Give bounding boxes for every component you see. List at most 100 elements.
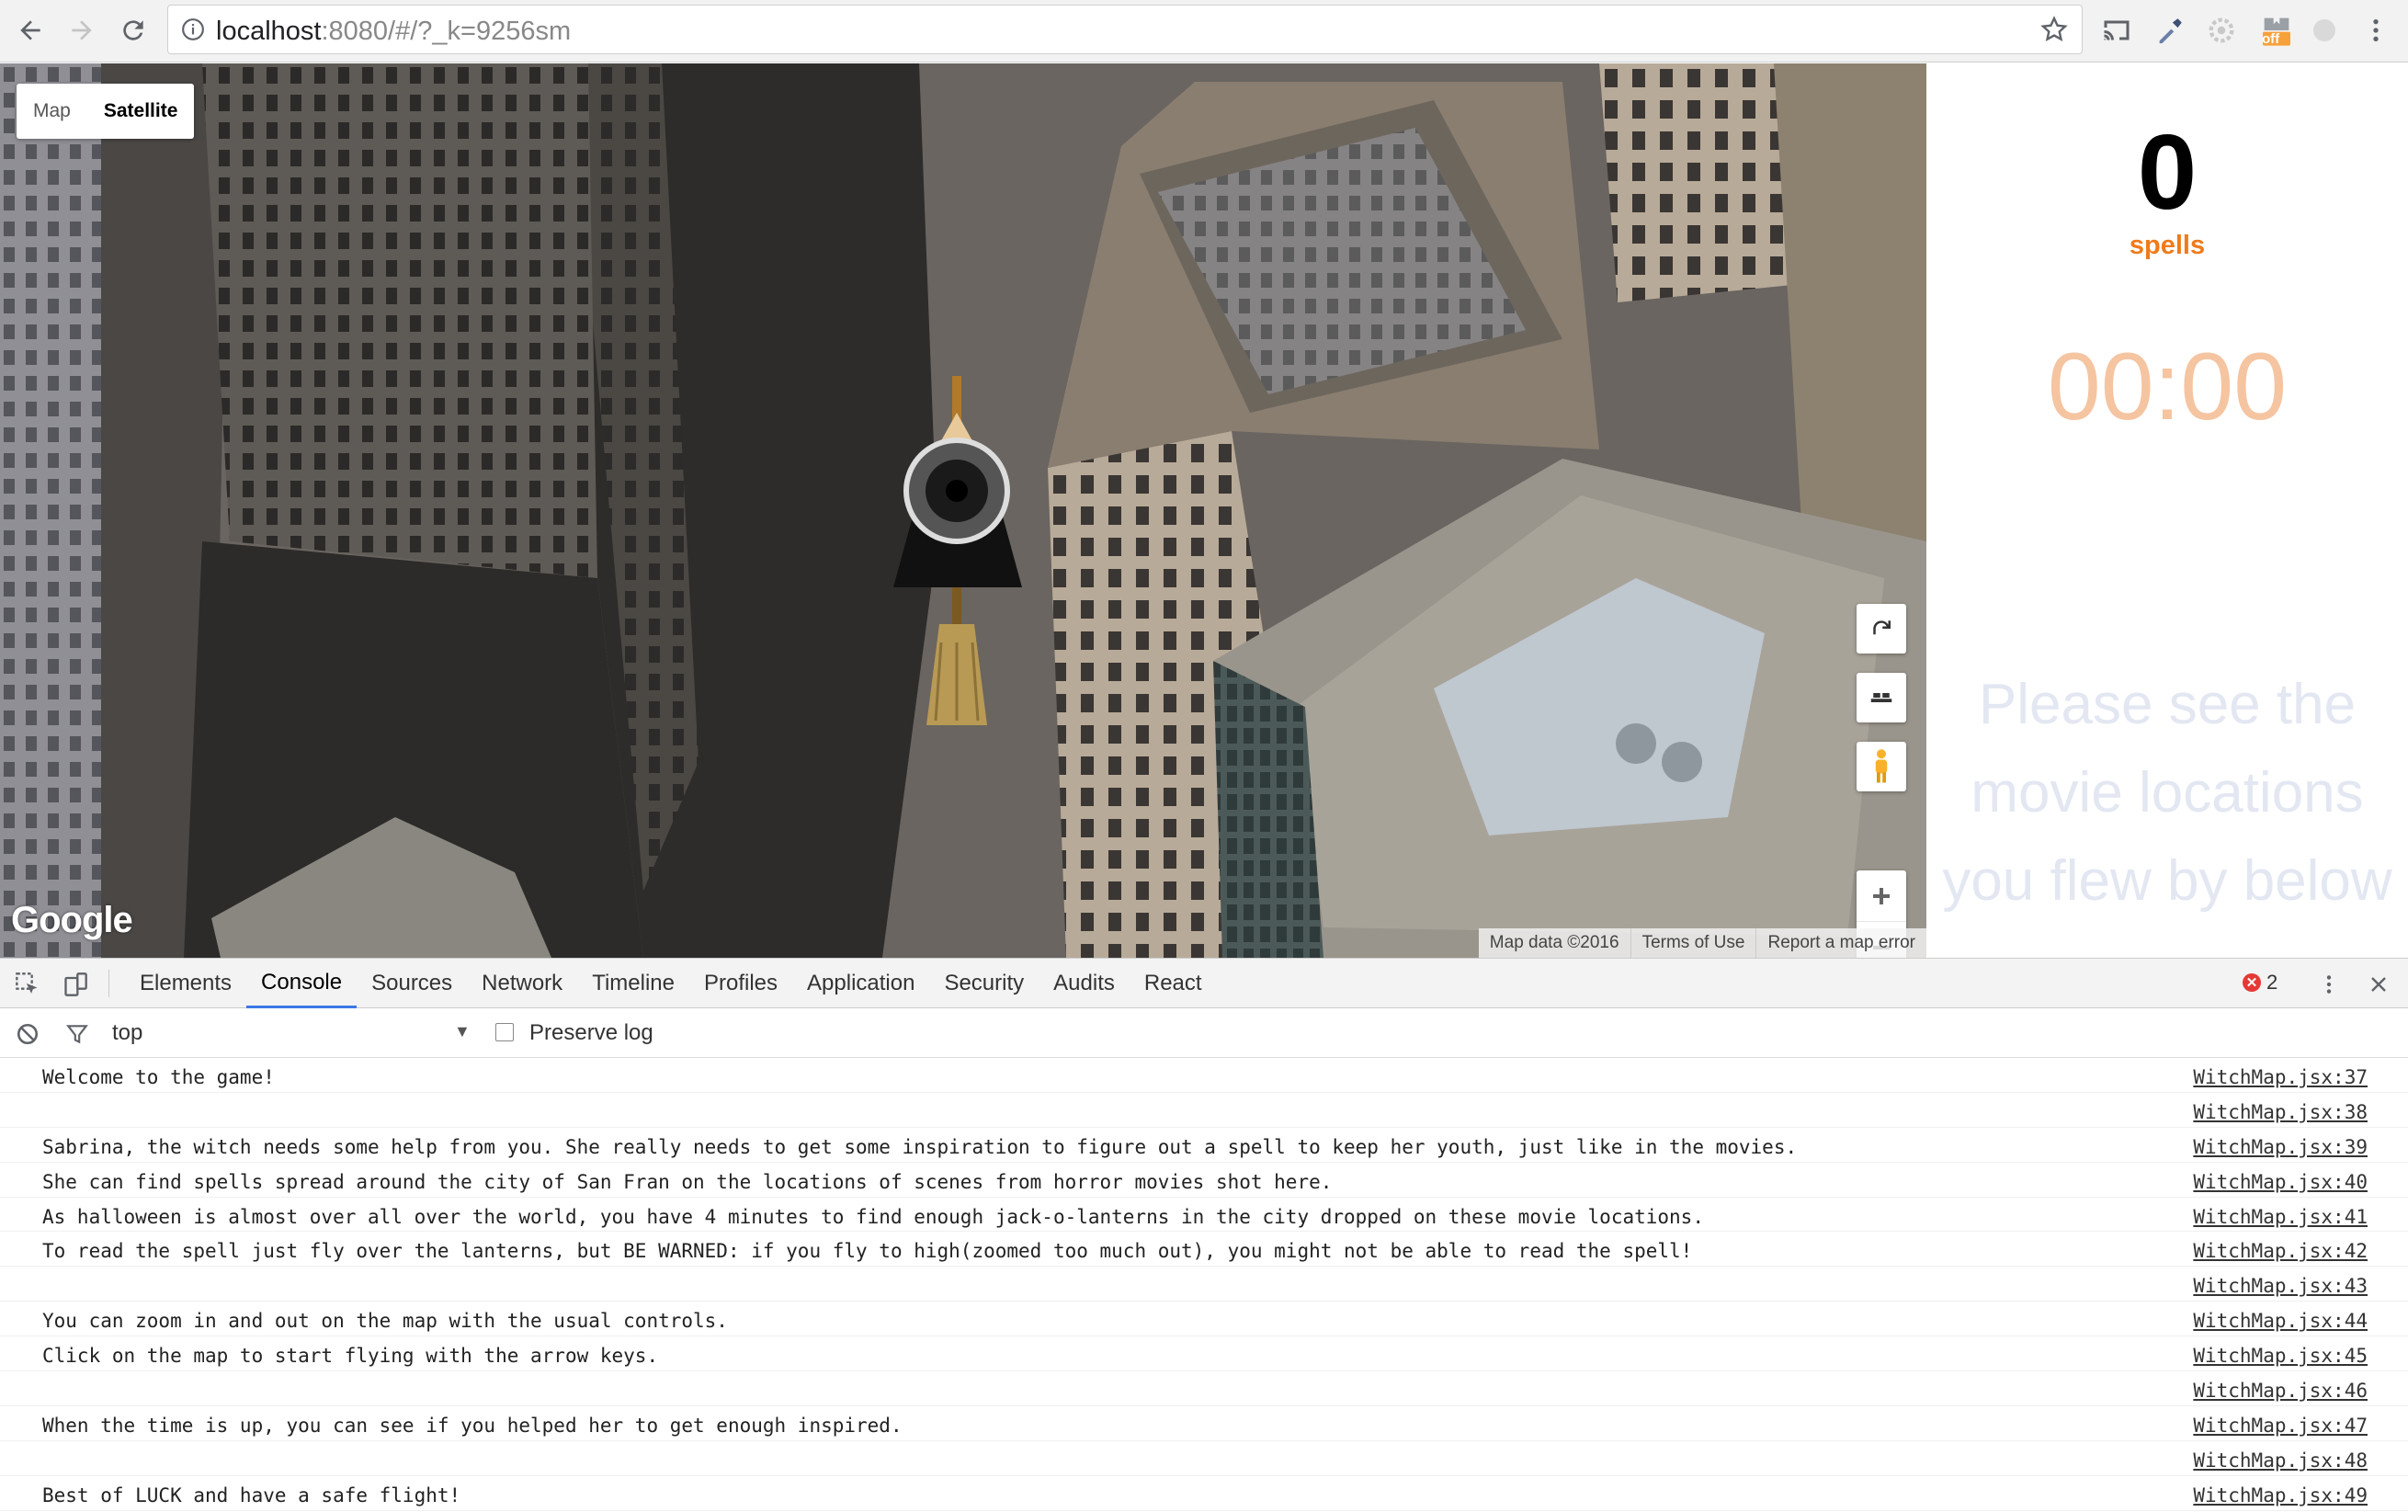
console-message: You can zoom in and out on the map with … (0, 1302, 2408, 1337)
console-toolbar: top ▼ Preserve log (0, 1008, 2408, 1058)
settings-extension-icon (2209, 17, 2234, 43)
tilt-icon (1870, 693, 1892, 702)
console-message-text: Sabrina, the witch needs some help from … (42, 1135, 1798, 1158)
toolbar-divider (108, 970, 109, 997)
map-attribution: Map data ©2016 Terms of Use Report a map… (1478, 928, 1926, 958)
street-view-pegman[interactable] (1857, 742, 1906, 791)
console-source-link[interactable]: WitchMap.jsx:39 (2193, 1136, 2368, 1158)
console-message-text: She can find spells spread around the ci… (42, 1170, 1333, 1193)
address-bar[interactable]: localhost:8080/#/?_k=9256sm (167, 5, 2083, 54)
tab-timeline[interactable]: Timeline (577, 959, 689, 1008)
tab-elements[interactable]: Elements (125, 959, 246, 1008)
eyedropper-extension[interactable] (2151, 11, 2189, 50)
score-panel: 0 spells 00:00 Please see the movie loca… (1926, 63, 2408, 958)
tab-application[interactable]: Application (792, 959, 929, 1008)
tab-react[interactable]: React (1130, 959, 1217, 1008)
map-data-credit: Map data ©2016 (1489, 933, 1619, 952)
tilt-map-button[interactable] (1857, 673, 1906, 722)
tab-network[interactable]: Network (467, 959, 577, 1008)
filter-icon (66, 1025, 88, 1044)
forward-button[interactable] (61, 9, 103, 51)
browser-toolbar: localhost:8080/#/?_k=9256sm off (0, 0, 2408, 63)
zoom-in-button[interactable] (1857, 870, 1906, 921)
console-message: As halloween is almost over all over the… (0, 1198, 2408, 1233)
console-source-link[interactable]: WitchMap.jsx:44 (2193, 1310, 2368, 1332)
settings-extension[interactable] (2202, 11, 2241, 50)
plus-icon (1873, 887, 1890, 904)
console-messages: Welcome to the game! WitchMap.jsx:37 Witch… (0, 1058, 2408, 1511)
arrow-left-icon (20, 20, 40, 40)
url-path: :8080/#/?_k=9256sm (321, 17, 572, 46)
eyedropper-icon (2159, 18, 2182, 44)
device-mode-icon (64, 972, 87, 996)
console-source-link[interactable]: WitchMap.jsx:45 (2193, 1345, 2368, 1367)
terms-of-use-link[interactable]: Terms of Use (1630, 928, 1756, 958)
chrome-menu-button[interactable] (2357, 11, 2395, 50)
inspect-element-button[interactable] (13, 970, 42, 999)
url-text: localhost:8080/#/?_k=9256sm (216, 17, 571, 47)
moon-extension[interactable] (2305, 11, 2344, 50)
console-source-link[interactable]: WitchMap.jsx:38 (2193, 1101, 2368, 1123)
console-message: When the time is up, you can see if you … (0, 1406, 2408, 1441)
map-view[interactable]: Map Satellite Google Map data ©2016 Term… (0, 63, 1926, 958)
preserve-log-label: Preserve log (529, 1020, 653, 1045)
more-vertical-icon (2326, 975, 2332, 994)
info-icon (182, 18, 204, 40)
url-host: localhost (216, 17, 322, 46)
countdown-timer: 00:00 (2047, 334, 2288, 440)
console-source-link[interactable]: WitchMap.jsx:47 (2193, 1415, 2368, 1437)
back-button[interactable] (9, 9, 51, 51)
block-icon (17, 1023, 39, 1045)
tab-sources[interactable]: Sources (357, 959, 467, 1008)
rotate-map-button[interactable] (1857, 604, 1906, 654)
console-source-link[interactable]: WitchMap.jsx:37 (2193, 1066, 2368, 1088)
console-message-text: As halloween is almost over all over the… (42, 1205, 1704, 1228)
console-message-text: Best of LUCK and have a safe flight! (42, 1484, 461, 1506)
cast-button[interactable] (2097, 11, 2136, 50)
off-extension[interactable]: off (2257, 11, 2296, 50)
console-message-text: Welcome to the game! (42, 1066, 275, 1088)
filter-button[interactable] (62, 1019, 92, 1049)
console-source-link[interactable]: WitchMap.jsx:46 (2193, 1380, 2368, 1402)
error-count-badge[interactable]: ✕ 2 (2243, 971, 2277, 995)
google-logo: Google (11, 900, 133, 940)
console-message-text: Click on the map to start flying with th… (42, 1345, 659, 1368)
console-source-link[interactable]: WitchMap.jsx:42 (2193, 1240, 2368, 1262)
tab-profiles[interactable]: Profiles (689, 959, 792, 1008)
console-message: Welcome to the game! WitchMap.jsx:37 (0, 1058, 2408, 1093)
console-message: Best of LUCK and have a safe flight! Witc… (0, 1476, 2408, 1511)
console-source-link[interactable]: WitchMap.jsx:48 (2193, 1449, 2368, 1472)
witch-broom-marker[interactable] (884, 376, 1031, 725)
spells-label: spells (2129, 231, 2206, 260)
console-message: WitchMap.jsx:46 (0, 1371, 2408, 1406)
map-type-satellite[interactable]: Satellite (87, 84, 195, 139)
device-toolbar-button[interactable] (61, 970, 90, 999)
console-message: She can find spells spread around the ci… (0, 1163, 2408, 1198)
console-message: WitchMap.jsx:48 (0, 1441, 2408, 1476)
error-count: 2 (2266, 971, 2278, 994)
clear-console-button[interactable] (13, 1019, 42, 1049)
console-source-link[interactable]: WitchMap.jsx:43 (2193, 1275, 2368, 1297)
console-message-text: You can zoom in and out on the map with … (42, 1310, 728, 1333)
close-devtools-button[interactable] (2364, 970, 2393, 999)
console-message: WitchMap.jsx:43 (0, 1267, 2408, 1302)
reload-button[interactable] (112, 9, 154, 51)
context-value: top (112, 1020, 143, 1045)
tab-console[interactable]: Console (246, 959, 358, 1008)
map-type-map[interactable]: Map (17, 84, 87, 139)
more-vertical-icon (2373, 19, 2379, 41)
preserve-log-checkbox[interactable] (495, 1023, 514, 1041)
report-map-error-link[interactable]: Report a map error (1755, 928, 1926, 958)
spells-count: 0 (2137, 112, 2198, 232)
console-message: Sabrina, the witch needs some help from … (0, 1128, 2408, 1163)
console-message-text: When the time is up, you can see if you … (42, 1414, 903, 1437)
tab-audits[interactable]: Audits (1039, 959, 1130, 1008)
console-source-link[interactable]: WitchMap.jsx:49 (2193, 1484, 2368, 1506)
console-message: Click on the map to start flying with th… (0, 1336, 2408, 1372)
tab-security[interactable]: Security (929, 959, 1039, 1008)
console-source-link[interactable]: WitchMap.jsx:40 (2193, 1171, 2368, 1193)
movie-locations-notice: Please see the movie locations you flew … (1942, 673, 2392, 913)
star-icon[interactable] (2039, 15, 2069, 44)
devtools-menu-button[interactable] (2314, 970, 2344, 999)
console-source-link[interactable]: WitchMap.jsx:41 (2193, 1206, 2368, 1228)
